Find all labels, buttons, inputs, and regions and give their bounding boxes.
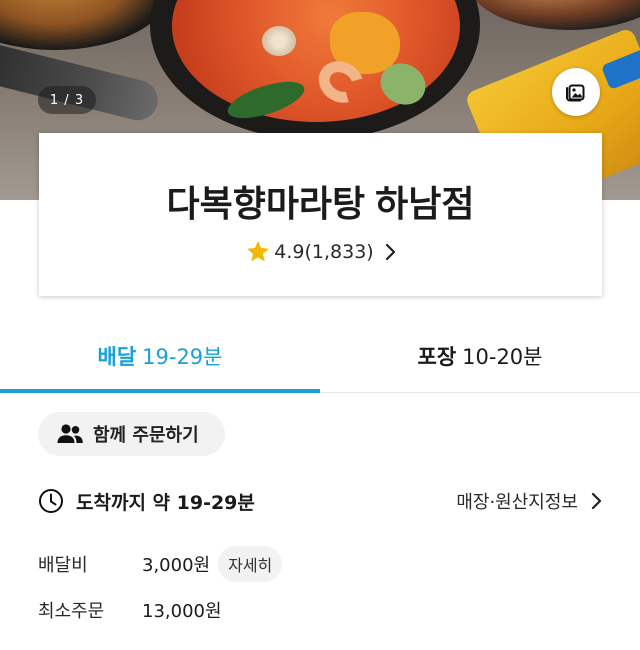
photo-gallery-button[interactable]: [552, 68, 600, 116]
chevron-right-icon: [385, 243, 395, 261]
delivery-fee-value: 3,000원: [142, 555, 211, 576]
minimum-order-value: 13,000원: [142, 601, 222, 622]
order-type-tabs: 배달 19-29분 포장 10-20분: [0, 322, 640, 394]
chevron-right-icon: [591, 492, 602, 510]
rating-link[interactable]: 4.9 (1,833): [39, 239, 602, 265]
rating-score: 4.9: [274, 241, 305, 263]
delivery-time-row: 도착까지 약 19-29분 매장·원산지정보: [38, 484, 602, 518]
star-icon: [247, 240, 270, 262]
photo-gallery-icon: [566, 84, 585, 102]
store-info-card: 다복향마라탕 하남점 4.9 (1,833): [39, 133, 602, 296]
group-order-button[interactable]: 함께 주문하기: [38, 412, 225, 456]
tab-label: 포장: [417, 345, 457, 369]
lotus-root: [262, 26, 296, 56]
tab-time: 19-29분: [142, 345, 223, 369]
people-icon: [57, 424, 83, 443]
tab-delivery[interactable]: 배달 19-29분: [0, 322, 320, 390]
delivery-fee-label: 배달비: [38, 555, 88, 576]
tab-pickup[interactable]: 포장 10-20분: [320, 322, 640, 390]
active-tab-indicator: [0, 389, 320, 393]
store-origin-info-link[interactable]: 매장·원산지정보: [456, 484, 602, 518]
image-counter: 1 / 3: [38, 86, 96, 114]
side-dish-plate: [0, 0, 170, 50]
minimum-order-row: 최소주문 13,000원: [38, 591, 438, 629]
store-origin-info-label: 매장·원산지정보: [456, 492, 578, 513]
review-count: (1,833): [304, 241, 374, 263]
side-dish-plate-right: [470, 0, 640, 30]
store-name: 다복향마라탕 하남점: [166, 183, 475, 224]
minimum-order-label: 최소주문: [38, 601, 105, 622]
fee-detail-button[interactable]: 자세히: [218, 546, 283, 582]
tab-label: 배달: [97, 345, 137, 369]
clock-icon: [39, 489, 63, 513]
delivery-fee-row: 배달비 3,000원 자세히: [38, 545, 438, 583]
delivery-time-text: 도착까지 약 19-29분: [76, 491, 255, 514]
tab-time: 10-20분: [462, 345, 543, 369]
group-order-label: 함께 주문하기: [93, 425, 199, 446]
